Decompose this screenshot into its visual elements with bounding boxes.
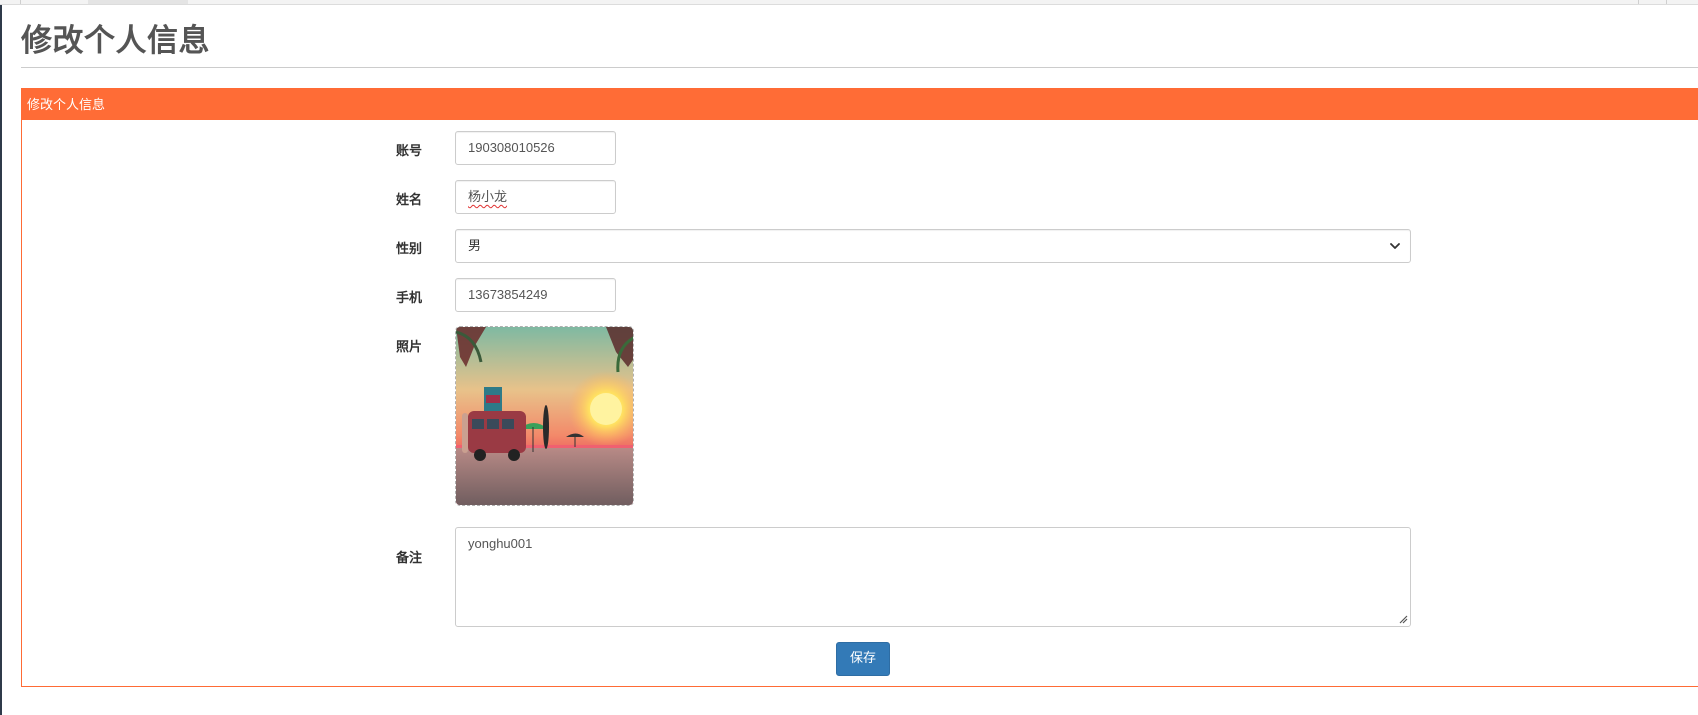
phone-input[interactable]: 13673854249 bbox=[455, 278, 616, 312]
gender-label: 性别 bbox=[396, 242, 423, 257]
phone-label: 手机 bbox=[396, 291, 423, 306]
name-value: 杨小龙 bbox=[468, 189, 508, 204]
name-label: 姓名 bbox=[396, 193, 423, 208]
remark-label: 备注 bbox=[396, 551, 423, 566]
photo-label: 照片 bbox=[396, 340, 423, 355]
photo-upload[interactable] bbox=[455, 326, 634, 506]
gender-select[interactable]: 男 bbox=[455, 229, 1411, 263]
account-value: 190308010526 bbox=[468, 140, 555, 155]
beach-sunset-photo bbox=[456, 327, 633, 505]
remark-value: yonghu001 bbox=[468, 536, 533, 551]
account-label: 账号 bbox=[396, 144, 423, 159]
chevron-down-icon bbox=[1390, 243, 1400, 249]
remark-textarea[interactable]: yonghu001 bbox=[455, 527, 1411, 627]
name-input[interactable]: 杨小龙 bbox=[455, 180, 616, 214]
title-divider bbox=[21, 67, 1698, 68]
tab-divider bbox=[20, 0, 21, 4]
top-tab-strip bbox=[0, 0, 1698, 5]
phone-value: 13673854249 bbox=[468, 287, 548, 302]
panel-heading: 修改个人信息 bbox=[22, 89, 1698, 120]
save-button[interactable]: 保存 bbox=[836, 642, 890, 676]
tab-divider bbox=[1638, 0, 1639, 4]
tab-divider bbox=[1666, 0, 1667, 4]
gender-selected-value: 男 bbox=[468, 238, 482, 253]
resize-grip-icon[interactable] bbox=[1398, 614, 1408, 624]
account-input[interactable]: 190308010526 bbox=[455, 131, 616, 165]
active-tab[interactable] bbox=[88, 0, 188, 4]
page-title: 修改个人信息 bbox=[21, 23, 210, 59]
window-left-edge bbox=[0, 0, 2, 715]
